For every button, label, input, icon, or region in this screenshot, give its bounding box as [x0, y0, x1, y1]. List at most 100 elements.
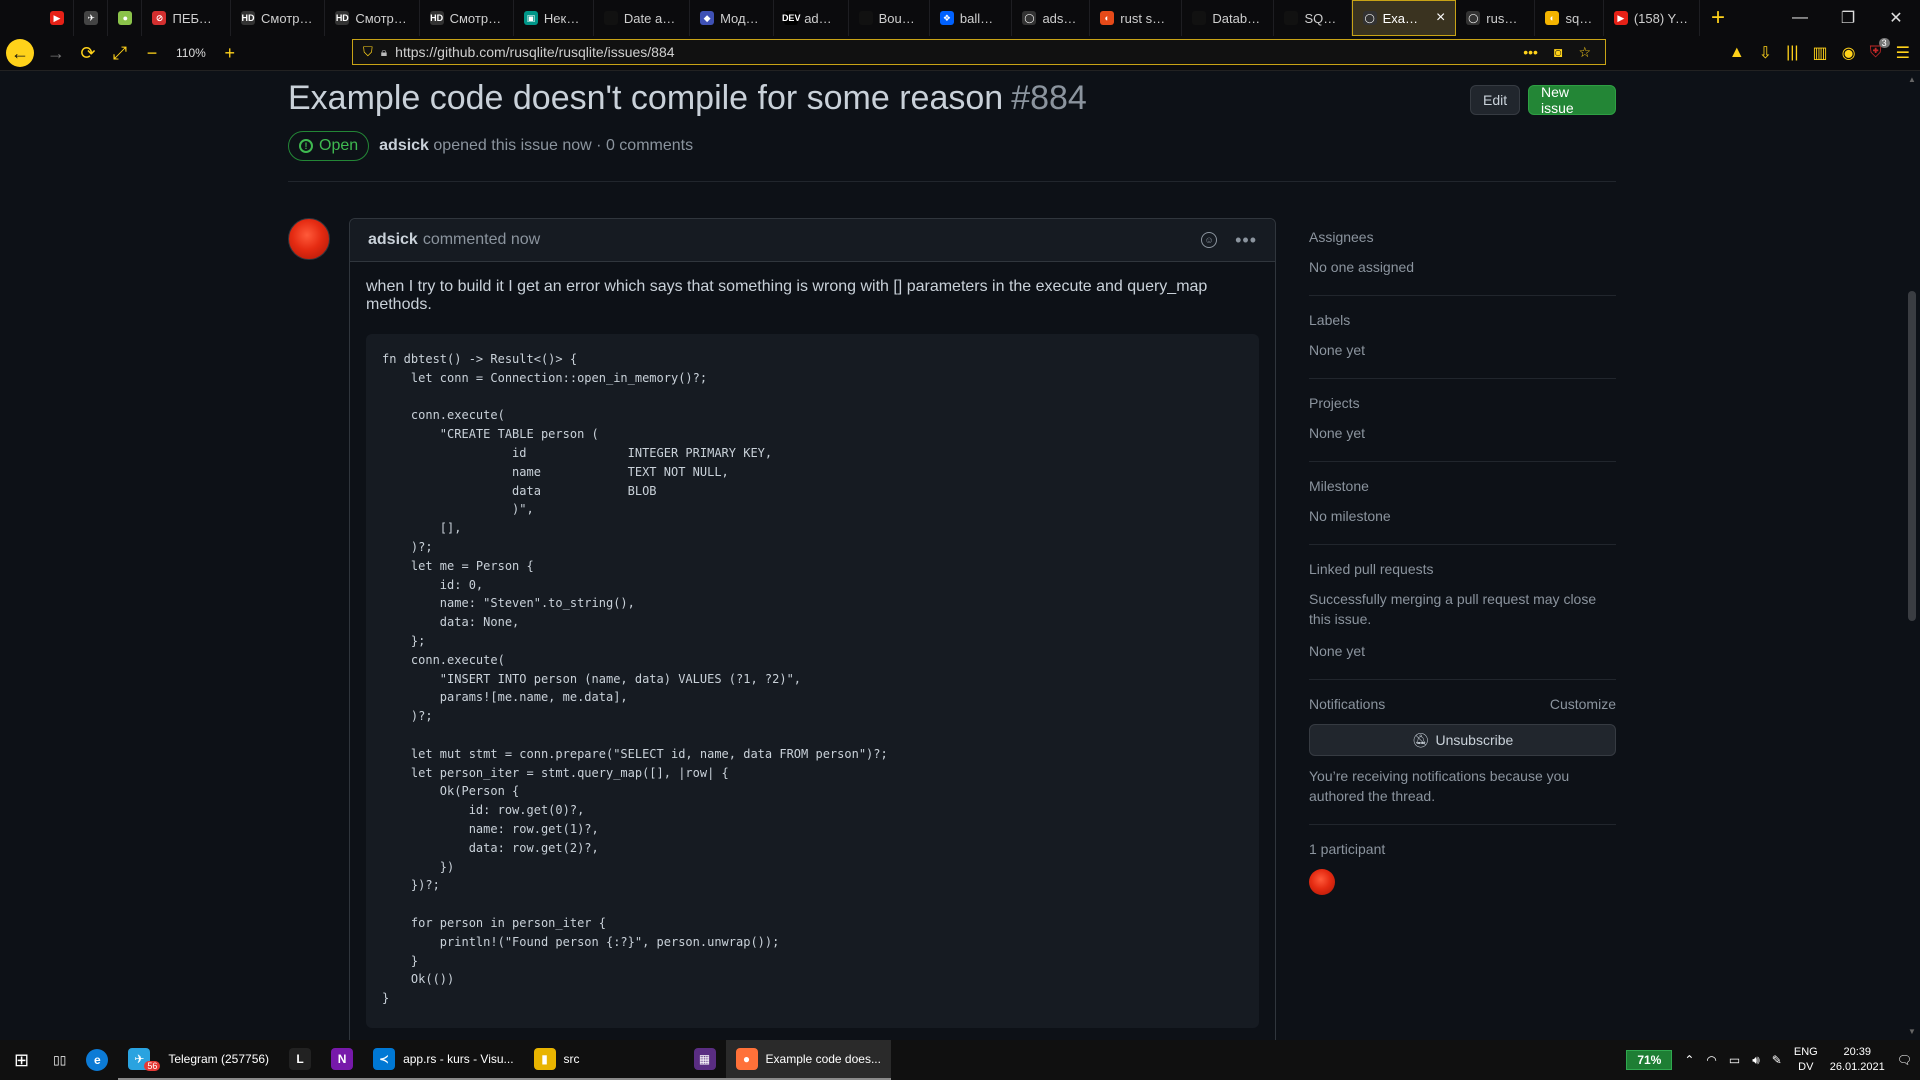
url-text[interactable]: https://github.com/rusqlite/rusqlite/iss… — [395, 44, 674, 60]
tab-favicon-icon: ◐ — [1100, 11, 1115, 25]
edit-button[interactable]: Edit — [1470, 85, 1521, 115]
new-issue-button[interactable]: New issue — [1528, 84, 1616, 116]
browser-tab[interactable]: ◯ adsick/ — [1012, 0, 1091, 36]
taskbar-app-button[interactable]: ✈ 56 Telegram (257756) — [118, 1040, 280, 1080]
sidebar-linked-prs: Linked pull requests Successfully mergin… — [1309, 545, 1616, 680]
menu-icon[interactable]: ☰ — [1896, 43, 1910, 63]
address-bar[interactable]: ⛉ 🔒︎ https://github.com/rusqlite/rusqlit… — [352, 39, 1606, 65]
assignees-heading[interactable]: Assignees — [1309, 229, 1374, 245]
notification-center-icon[interactable]: 🗨︎ — [1897, 1053, 1912, 1067]
taskbar-badge: 56 — [144, 1061, 161, 1071]
issue-author-link[interactable]: adsick — [379, 137, 429, 154]
comment-author-link[interactable]: adsick — [368, 231, 418, 249]
toolbar-right: ▲ ⇩ ||| ▥ ◉ ⛨ 3 ☰ — [1729, 36, 1910, 70]
projects-heading[interactable]: Projects — [1309, 395, 1360, 411]
browser-tab[interactable]: DEV adsick — [774, 0, 849, 36]
page-actions-icon[interactable]: ••• — [1523, 44, 1538, 61]
avatar[interactable] — [288, 218, 330, 260]
tab-close-icon[interactable]: × — [1436, 9, 1445, 27]
taskbar-app-icon: ▮ — [533, 1048, 556, 1070]
browser-tab[interactable]: ▶ (158) YouTube — [1604, 0, 1700, 36]
taskbar-app-button[interactable]: ≺ app.rs - kurs - Visu... — [363, 1040, 524, 1080]
pocket-icon[interactable]: ◙ — [1554, 44, 1562, 61]
back-button[interactable]: ← — [6, 39, 34, 67]
participant-avatar[interactable] — [1309, 869, 1335, 895]
browser-tab[interactable]: ◆ Модели — [690, 0, 775, 36]
tab-favicon-icon: HD — [429, 11, 444, 25]
browser-tab[interactable]: ● — [108, 0, 143, 36]
pen-icon[interactable]: ✎ — [1772, 1053, 1782, 1067]
emoji-reaction-icon[interactable]: ☺ — [1201, 232, 1218, 248]
account-icon[interactable]: ◉ — [1842, 43, 1856, 63]
comment-box: adsick commented now ☺ ••• when I try to… — [349, 218, 1276, 1040]
browser-tab[interactable]: HD Смотреть — [325, 0, 420, 36]
taskbar-app-button[interactable]: N — [321, 1040, 364, 1080]
labels-heading[interactable]: Labels — [1309, 312, 1350, 328]
lock-icon[interactable]: 🔒︎ — [381, 45, 387, 60]
shield-icon[interactable]: ⛉ — [363, 44, 373, 60]
browser-tab[interactable]: ◐ sqlite — [1535, 0, 1604, 36]
linked-prs-heading[interactable]: Linked pull requests — [1309, 561, 1434, 577]
tab-favicon-icon: ◐ — [1545, 11, 1560, 25]
tab-title: rusqlite — [1486, 10, 1525, 26]
reload-button[interactable]: ⟳ — [72, 38, 104, 68]
taskbar-app-button[interactable]: L — [279, 1040, 322, 1080]
tray-chevron-icon[interactable]: ⌃ — [1684, 1053, 1694, 1067]
zoom-out-button[interactable]: − — [136, 38, 168, 68]
library-icon[interactable]: ||| — [1786, 44, 1798, 62]
edge-taskbar-button[interactable]: e — [76, 1040, 118, 1080]
scroll-up-icon[interactable]: ▲ — [1908, 75, 1916, 84]
sidebar-labels: Labels None yet — [1309, 296, 1616, 379]
language-indicator[interactable]: ENG DV — [1794, 1045, 1818, 1075]
hat-icon[interactable]: ▲ — [1729, 44, 1745, 62]
browser-tab[interactable]: Database — [1182, 0, 1275, 36]
scroll-down-icon[interactable]: ▼ — [1908, 1027, 1916, 1036]
browser-tab[interactable]: Bounds — [849, 0, 930, 36]
browser-tab[interactable]: Date and Time — [594, 0, 691, 36]
browser-tab[interactable]: ◯ Example × — [1351, 0, 1457, 36]
browser-tab[interactable]: ◐ rust sqlite — [1090, 0, 1183, 36]
browser-tab[interactable]: ◯ rusqlite — [1456, 0, 1536, 36]
page-scrollbar[interactable]: ▲ ▼ — [1904, 71, 1920, 1040]
zoom-in-button[interactable]: + — [214, 38, 246, 68]
taskbar-app-button[interactable]: ● Example code does... — [725, 1040, 891, 1080]
volume-icon[interactable]: 🔊︎ — [1752, 1053, 1760, 1068]
minimize-icon[interactable]: — — [1776, 0, 1824, 36]
download-icon[interactable]: ⇩ — [1759, 43, 1772, 63]
task-view-button[interactable]: ▯▯ — [43, 1040, 76, 1080]
browser-tab[interactable]: ⊘ ПЕБАКИ — [142, 0, 232, 36]
battery-indicator[interactable]: 71% — [1626, 1050, 1673, 1070]
ublock-icon[interactable]: ⛨ 3 — [1870, 38, 1890, 62]
more-options-icon[interactable]: ••• — [1235, 230, 1257, 251]
clock[interactable]: 20:39 26.01.2021 — [1830, 1045, 1885, 1075]
browser-tab[interactable]: ▶ — [40, 0, 75, 36]
start-button[interactable]: ⊞ — [0, 1040, 43, 1080]
milestone-heading[interactable]: Milestone — [1309, 478, 1369, 494]
browser-tab[interactable]: ❖ ballman — [930, 0, 1013, 36]
comment-time[interactable]: commented now — [423, 231, 540, 249]
bookmark-star-icon[interactable]: ☆ — [1578, 44, 1591, 61]
new-tab-button[interactable]: + — [1700, 0, 1736, 36]
forward-button[interactable]: → — [40, 38, 72, 68]
tab-favicon-icon: ◯ — [1022, 11, 1037, 25]
customize-link[interactable]: Customize — [1550, 696, 1616, 712]
browser-tab[interactable]: HD Смотреть — [231, 0, 326, 36]
sidebar-icon[interactable]: ▥ — [1813, 43, 1828, 63]
browser-tab[interactable]: ✈ — [74, 0, 109, 36]
taskbar-app-button[interactable]: ▮ src — [523, 1040, 684, 1080]
battery-icon[interactable]: ▭ — [1729, 1053, 1740, 1067]
wifi-icon[interactable]: ◠ — [1706, 1053, 1716, 1067]
close-window-icon[interactable]: ✕ — [1872, 0, 1920, 36]
restore-icon[interactable]: ❐ — [1824, 0, 1872, 36]
browser-tab[interactable]: SQLite — [1274, 0, 1352, 36]
tab-title: Bounds — [878, 10, 919, 26]
tab-favicon-icon: ● — [118, 11, 133, 25]
unsubscribe-button[interactable]: 🔕︎ Unsubscribe — [1309, 724, 1616, 756]
zoom-level[interactable]: 110% — [168, 46, 214, 60]
browser-tab[interactable]: HD Смотреть — [420, 0, 514, 36]
fullscreen-icon[interactable]: ⤢ — [104, 38, 136, 68]
browser-tab[interactable]: ▣ Нектор — [514, 0, 594, 36]
taskbar-app-button[interactable]: ▦ — [683, 1040, 726, 1080]
scrollbar-thumb[interactable] — [1908, 291, 1916, 621]
tab-title: ПЕБАКИ — [172, 10, 221, 26]
